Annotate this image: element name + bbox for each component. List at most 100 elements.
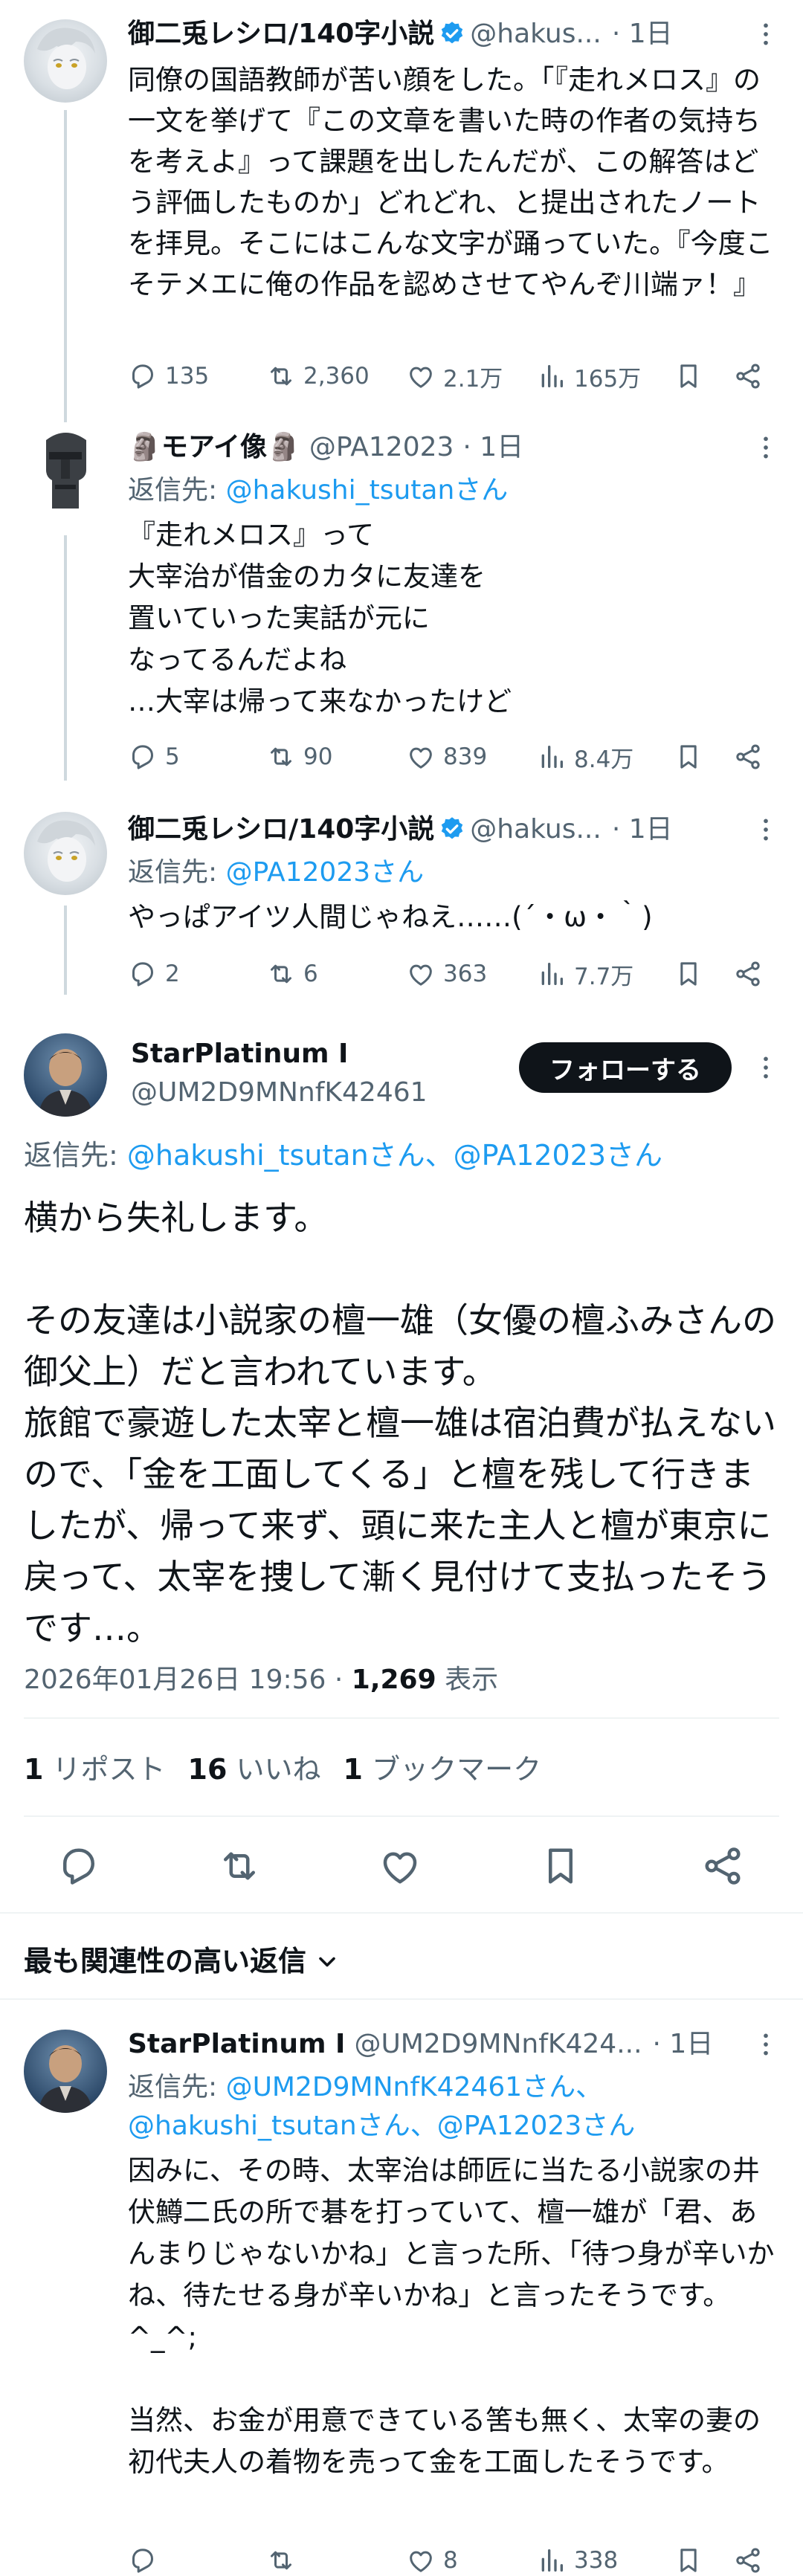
main-action-bar	[0, 1841, 803, 1893]
divider	[24, 1717, 779, 1719]
share-button[interactable]	[733, 2543, 763, 2576]
reply-sort-selector[interactable]: 最も関連性の高い返信	[24, 1943, 341, 1979]
author-name[interactable]: 御二兎レシロ/140字小説	[128, 19, 434, 49]
views-count: 7.7万	[574, 963, 634, 990]
share-button[interactable]	[733, 956, 763, 992]
bookmark-button[interactable]	[674, 358, 703, 394]
views-count: 338	[574, 2547, 619, 2574]
retweet-count: 2,360	[303, 363, 370, 390]
like-button[interactable]: 363	[406, 956, 487, 992]
reply-to-link[interactable]: @hakushi_tsutanさん、@PA12023さん	[127, 1139, 662, 1172]
retweet-button[interactable]: 90	[266, 739, 332, 775]
bookmark-icon	[674, 2546, 703, 2575]
share-icon	[733, 361, 763, 391]
more-dots-icon[interactable]	[751, 815, 781, 845]
reply-to-label: 返信先:	[24, 1139, 127, 1172]
bookmark-button[interactable]	[674, 739, 703, 775]
bookmark-icon[interactable]	[538, 1844, 583, 1888]
reply-icon	[128, 361, 158, 391]
action-bar: 135 2,360 2.1万 165万	[128, 358, 779, 394]
reply-icon[interactable]	[57, 1844, 101, 1888]
author-handle[interactable]: @UM2D9MNnfK424...	[354, 2029, 642, 2059]
retweet-icon[interactable]	[217, 1844, 262, 1888]
reply-button[interactable]: 135	[128, 358, 209, 394]
tweet-header: 🗿モアイ像🗿 @PA12023 · 1日	[128, 430, 523, 465]
reply-to-link[interactable]: @hakushi_tsutanさん、@PA12023さん	[128, 2111, 635, 2141]
views-button[interactable]: 338	[537, 2543, 618, 2576]
avatar[interactable]	[24, 425, 107, 509]
bookmark-icon	[674, 742, 703, 772]
more-dots-icon[interactable]	[751, 2030, 781, 2059]
like-icon	[406, 361, 436, 391]
views-button[interactable]: 165万	[537, 358, 641, 394]
tweet-text: やっぱアイツ人間じゃねえ……(´・ω・｀)	[128, 901, 653, 933]
like-count: 363	[443, 961, 488, 987]
reply-button[interactable]	[128, 2543, 165, 2576]
tweet-time[interactable]: · 1日	[653, 2029, 714, 2059]
views-count: 165万	[574, 365, 642, 393]
author-name[interactable]: 御二兎レシロ/140字小説	[128, 814, 434, 845]
like-button[interactable]: 2.1万	[406, 358, 503, 394]
verified-badge-icon	[439, 816, 465, 842]
avatar[interactable]	[24, 1033, 107, 1117]
more-dots-icon[interactable]	[751, 19, 781, 49]
reply-button[interactable]: 5	[128, 739, 180, 775]
bookmark-button[interactable]	[674, 956, 703, 992]
author-handle[interactable]: @PA12023	[309, 432, 454, 462]
thread-line	[64, 535, 67, 781]
like-icon	[406, 2546, 436, 2575]
views-button[interactable]: 7.7万	[537, 956, 633, 992]
views-label: 表示	[436, 1665, 499, 1695]
tweet-time[interactable]: · 1日	[612, 19, 673, 49]
reposts-stat[interactable]: 1 リポスト	[24, 1753, 166, 1786]
reply-to-line: 返信先: @PA12023さん	[128, 853, 424, 892]
like-button[interactable]: 839	[406, 739, 487, 775]
retweet-button[interactable]: 6	[266, 956, 318, 992]
author-name[interactable]: StarPlatinum I	[128, 2029, 345, 2059]
retweet-button[interactable]	[266, 2543, 303, 2576]
avatar[interactable]	[24, 812, 107, 895]
like-icon	[406, 742, 436, 772]
reply-button[interactable]: 2	[128, 956, 180, 992]
author-handle[interactable]: @UM2D9MNnfK42461	[131, 1077, 428, 1108]
follow-button[interactable]: フォローする	[519, 1042, 732, 1093]
bookmark-icon	[674, 361, 703, 391]
reply-to-link[interactable]: @PA12023さん	[226, 857, 425, 888]
reply-to-link[interactable]: @UM2D9MNnfK42461さん、	[226, 2072, 603, 2102]
share-button[interactable]	[733, 358, 763, 394]
retweet-button[interactable]: 2,360	[266, 358, 370, 394]
reply-to-label: 返信先:	[128, 2072, 226, 2102]
reply-to-label: 返信先:	[128, 857, 226, 888]
verified-badge-icon	[439, 20, 465, 47]
reply-icon	[128, 959, 158, 989]
avatar[interactable]	[24, 19, 107, 103]
divider	[0, 1998, 803, 2000]
like-icon[interactable]	[378, 1844, 422, 1888]
views-button[interactable]: 8.4万	[537, 739, 633, 775]
bookmarks-stat[interactable]: 1 ブックマーク	[344, 1753, 542, 1786]
timestamp[interactable]: 2026年01月26日 19:56 ·	[24, 1665, 352, 1695]
avatar[interactable]	[24, 2030, 107, 2113]
tweet-text: 同僚の国語教師が苦い顔をした。「『走れメロス』の一文を挙げて『この文章を書いた時…	[128, 64, 773, 300]
share-button[interactable]	[733, 739, 763, 775]
more-dots-icon[interactable]	[751, 433, 781, 462]
author-handle[interactable]: @hakus...	[470, 814, 602, 845]
tweet-time[interactable]: · 1日	[462, 432, 523, 462]
reply-icon	[128, 742, 158, 772]
reply-to-label: 返信先:	[128, 475, 226, 506]
tweet-text: 因みに、その時、太宰治は師匠に当たる小説家の井伏鱒二氏の所で碁を打っていて、檀一…	[128, 2154, 775, 2478]
like-button[interactable]: 8	[406, 2543, 458, 2576]
retweet-icon	[266, 742, 296, 772]
views-count: 1,269	[351, 1665, 436, 1695]
author-name[interactable]: 🗿モアイ像🗿	[128, 432, 300, 462]
more-dots-icon[interactable]	[751, 1053, 781, 1082]
author-handle[interactable]: @hakus...	[470, 19, 602, 49]
share-icon	[733, 2546, 763, 2575]
tweet-time[interactable]: · 1日	[612, 814, 673, 845]
reply-to-link[interactable]: @hakushi_tsutanさん	[226, 475, 509, 506]
share-icon[interactable]	[700, 1844, 745, 1888]
likes-stat[interactable]: 16 いいね	[188, 1753, 321, 1786]
author-name[interactable]: StarPlatinum I	[131, 1039, 348, 1069]
retweet-icon	[266, 2546, 296, 2575]
bookmark-button[interactable]	[674, 2543, 703, 2576]
